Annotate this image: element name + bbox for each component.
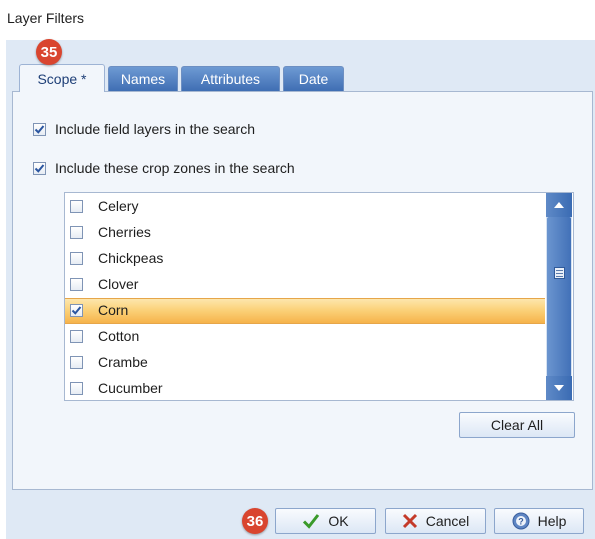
checkmark-icon: [34, 125, 45, 134]
crop-zones-label: Include these crop zones in the search: [55, 160, 295, 176]
help-label: Help: [537, 513, 567, 529]
crop-label: Clover: [98, 276, 139, 292]
tab-names-label: Names: [120, 71, 166, 87]
crop-item-corn[interactable]: Corn: [65, 298, 545, 324]
crop-zones-checkbox[interactable]: [33, 162, 46, 175]
crop-label: Chickpeas: [98, 250, 164, 266]
chevron-up-icon: [554, 202, 564, 208]
tab-scope-label: Scope *: [37, 70, 87, 87]
scroll-thumb[interactable]: [547, 217, 571, 377]
checkmark-icon: [71, 306, 82, 315]
crop-item-cucumber[interactable]: Cucumber: [65, 376, 545, 400]
crop-item-chickpeas[interactable]: Chickpeas: [65, 246, 545, 272]
clear-all-label: Clear All: [490, 417, 544, 433]
crop-label: Cherries: [98, 224, 151, 240]
crop-label: Corn: [98, 302, 129, 318]
x-icon: [402, 513, 418, 529]
crop-checkbox[interactable]: [70, 252, 83, 265]
ok-button[interactable]: OK: [275, 508, 376, 534]
clear-all-button[interactable]: Clear All: [459, 412, 575, 438]
tab-date-label: Date: [298, 71, 329, 87]
field-layers-checkbox[interactable]: [33, 123, 46, 136]
crop-label: Cotton: [98, 328, 140, 344]
tab-attributes-label: Attributes: [200, 71, 261, 87]
scroll-down-button[interactable]: [546, 376, 572, 400]
crop-list-scrollbar[interactable]: [546, 193, 572, 400]
scroll-up-button[interactable]: [546, 193, 572, 217]
cancel-label: Cancel: [425, 513, 470, 529]
crop-label: Celery: [98, 198, 139, 214]
crop-label: Crambe: [98, 354, 148, 370]
field-layers-label: Include field layers in the search: [55, 121, 255, 137]
checkmark-icon: [34, 164, 45, 173]
crop-checkbox[interactable]: [70, 226, 83, 239]
crop-checkbox[interactable]: [70, 200, 83, 213]
crop-checkbox[interactable]: [70, 304, 83, 317]
crop-list[interactable]: Celery Cherries Chickpeas Clover Corn Co…: [64, 192, 574, 401]
crop-checkbox[interactable]: [70, 382, 83, 395]
crop-label: Cucumber: [98, 380, 163, 396]
scroll-grip-icon: [554, 267, 565, 279]
crop-item-cotton[interactable]: Cotton: [65, 324, 545, 350]
annotation-badge-36: 36: [242, 508, 268, 534]
crop-checkbox[interactable]: [70, 330, 83, 343]
crop-item-clover[interactable]: Clover: [65, 272, 545, 298]
crop-item-crambe[interactable]: Crambe: [65, 350, 545, 376]
cancel-button[interactable]: Cancel: [385, 508, 486, 534]
tab-date[interactable]: Date: [283, 66, 344, 91]
crop-checkbox[interactable]: [70, 356, 83, 369]
crop-item-celery[interactable]: Celery: [65, 194, 545, 220]
tab-scope[interactable]: Scope *: [19, 64, 105, 92]
help-icon: ?: [512, 512, 530, 530]
ok-label: OK: [328, 513, 349, 529]
crop-item-cherries[interactable]: Cherries: [65, 220, 545, 246]
tab-names[interactable]: Names: [108, 66, 178, 91]
chevron-down-icon: [554, 385, 564, 391]
svg-text:?: ?: [518, 517, 524, 527]
checkmark-icon: [302, 513, 320, 529]
tab-attributes[interactable]: Attributes: [181, 66, 280, 91]
crop-checkbox[interactable]: [70, 278, 83, 291]
window-title: Layer Filters: [7, 10, 85, 26]
help-button[interactable]: ? Help: [494, 508, 584, 534]
annotation-badge-35: 35: [36, 39, 62, 65]
